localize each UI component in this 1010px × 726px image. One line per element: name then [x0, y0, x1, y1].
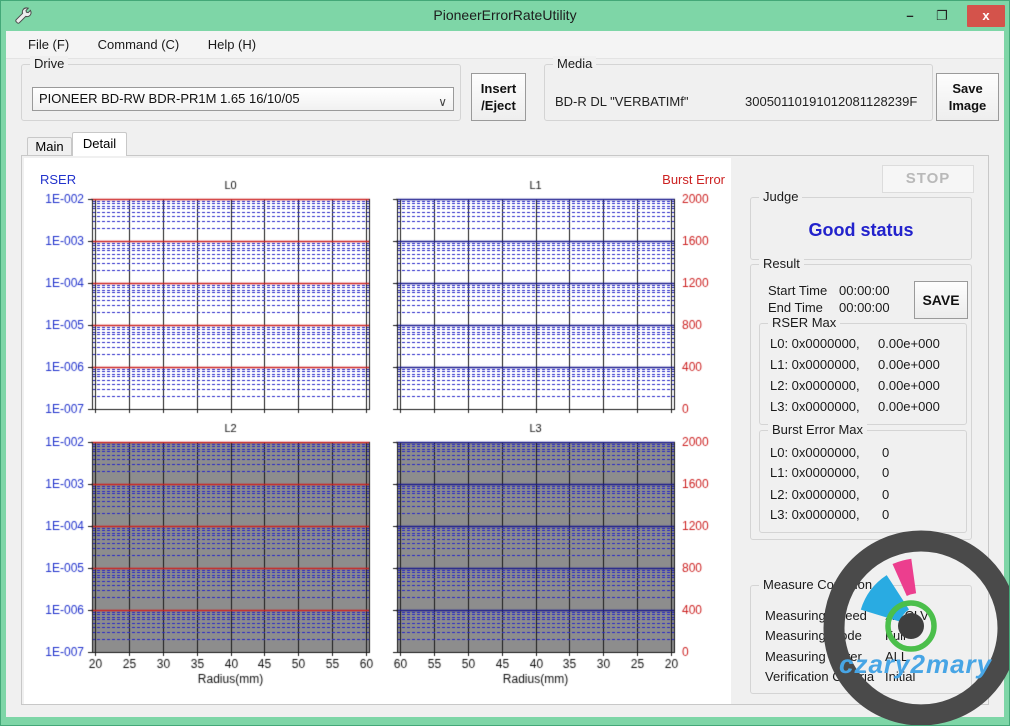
save-image-label-line2: Image: [937, 97, 998, 114]
burst-error-axis-label: Burst Error: [662, 172, 725, 187]
insert-eject-label-line1: Insert: [472, 80, 525, 97]
rser-max-l2-value: 0.00e+000: [878, 378, 940, 393]
burst-max-l3-value: 0: [882, 507, 889, 522]
burst-max-l2-value: 0: [882, 487, 889, 502]
rser-max-group-label: RSER Max: [768, 315, 840, 330]
rser-max-l1-value: 0.00e+000: [878, 357, 940, 372]
burst-error-max-group-label: Burst Error Max: [768, 422, 867, 437]
insert-eject-label-line2: /Eject: [472, 97, 525, 114]
measure-condition-group: Measure Condition Measuring Speed 2X CLV…: [750, 585, 972, 694]
start-time-value: 00:00:00: [839, 283, 890, 298]
burst-max-l0-value: 0: [882, 445, 889, 460]
menu-file[interactable]: File (F): [16, 31, 81, 52]
burst-max-l3-label: L3: 0x0000000,: [770, 507, 860, 522]
rser-max-l0-label: L0: 0x0000000,: [770, 336, 860, 351]
drive-group-label: Drive: [30, 56, 68, 71]
stop-button[interactable]: STOP: [882, 165, 974, 193]
app-window: PioneerErrorRateUtility – ❐ x File (F) C…: [0, 0, 1010, 726]
rser-max-l3-value: 0.00e+000: [878, 399, 940, 414]
rser-max-l2-label: L2: 0x0000000,: [770, 378, 860, 393]
start-time-label: Start Time: [768, 283, 827, 298]
drive-select[interactable]: PIONEER BD-RW BDR-PR1M 1.65 16/10/05 ∨: [32, 87, 454, 111]
measuring-mode-value: Full: [885, 628, 906, 643]
measuring-layer-value: ALL: [885, 649, 908, 664]
burst-error-max-group: Burst Error Max L0: 0x0000000, 0 L1: 0x0…: [759, 430, 967, 533]
rser-max-l0-value: 0.00e+000: [878, 336, 940, 351]
result-group: Result Start Time 00:00:00 End Time 00:0…: [750, 264, 972, 540]
burst-max-l1-value: 0: [882, 465, 889, 480]
judge-status-text: Good status: [751, 220, 971, 241]
drive-group: Drive PIONEER BD-RW BDR-PR1M 1.65 16/10/…: [21, 64, 461, 121]
verification-criteria-label: Verification Criteria: [765, 669, 874, 684]
insert-eject-button[interactable]: Insert /Eject: [471, 73, 526, 121]
title-bar: PioneerErrorRateUtility – ❐ x: [1, 1, 1009, 31]
media-group: Media BD-R DL "VERBATIMf" 30050110191012…: [544, 64, 933, 121]
measuring-layer-label: Measuring Layer: [765, 649, 862, 664]
measure-condition-group-label: Measure Condition: [759, 577, 876, 592]
verification-criteria-value: Initial: [885, 669, 915, 684]
media-id-text: 30050110191012081128239F: [745, 94, 917, 109]
maximize-button[interactable]: ❐: [927, 5, 957, 27]
chevron-down-icon: ∨: [438, 91, 447, 111]
rser-max-l3-label: L3: 0x0000000,: [770, 399, 860, 414]
minimize-button[interactable]: –: [895, 5, 925, 27]
media-type-text: BD-R DL "VERBATIMf": [555, 94, 688, 109]
burst-max-l0-label: L0: 0x0000000,: [770, 445, 860, 460]
save-button[interactable]: SAVE: [914, 281, 968, 319]
menu-help[interactable]: Help (H): [196, 31, 268, 52]
judge-group-label: Judge: [759, 189, 802, 204]
result-group-label: Result: [759, 256, 804, 271]
error-rate-charts-canvas: [24, 158, 731, 704]
detail-tab-page: RSER Burst Error STOP Judge Good status …: [21, 155, 989, 705]
menu-bar: File (F) Command (C) Help (H): [6, 31, 1004, 59]
rser-axis-label: RSER: [40, 172, 76, 187]
rser-max-group: RSER Max L0: 0x0000000, 0.00e+000 L1: 0x…: [759, 323, 967, 425]
save-image-label-line1: Save: [937, 80, 998, 97]
drive-selected-value: PIONEER BD-RW BDR-PR1M 1.65 16/10/05: [39, 91, 300, 106]
burst-max-l2-label: L2: 0x0000000,: [770, 487, 860, 502]
rser-max-l1-label: L1: 0x0000000,: [770, 357, 860, 372]
burst-max-l1-label: L1: 0x0000000,: [770, 465, 860, 480]
measuring-speed-label: Measuring Speed: [765, 608, 867, 623]
save-image-button[interactable]: Save Image: [936, 73, 999, 121]
client-area: Drive PIONEER BD-RW BDR-PR1M 1.65 16/10/…: [6, 59, 1004, 717]
measuring-mode-label: Measuring Mode: [765, 628, 862, 643]
tab-detail[interactable]: Detail: [72, 132, 127, 156]
tab-main[interactable]: Main: [27, 137, 72, 156]
measuring-speed-value: 2X CLV: [885, 608, 929, 623]
window-title: PioneerErrorRateUtility: [1, 7, 1009, 23]
media-group-label: Media: [553, 56, 596, 71]
close-button[interactable]: x: [967, 5, 1005, 27]
end-time-value: 00:00:00: [839, 300, 890, 315]
menu-command[interactable]: Command (C): [86, 31, 192, 52]
judge-group: Judge Good status: [750, 197, 972, 260]
end-time-label: End Time: [768, 300, 823, 315]
chart-panel: RSER Burst Error: [24, 158, 731, 704]
